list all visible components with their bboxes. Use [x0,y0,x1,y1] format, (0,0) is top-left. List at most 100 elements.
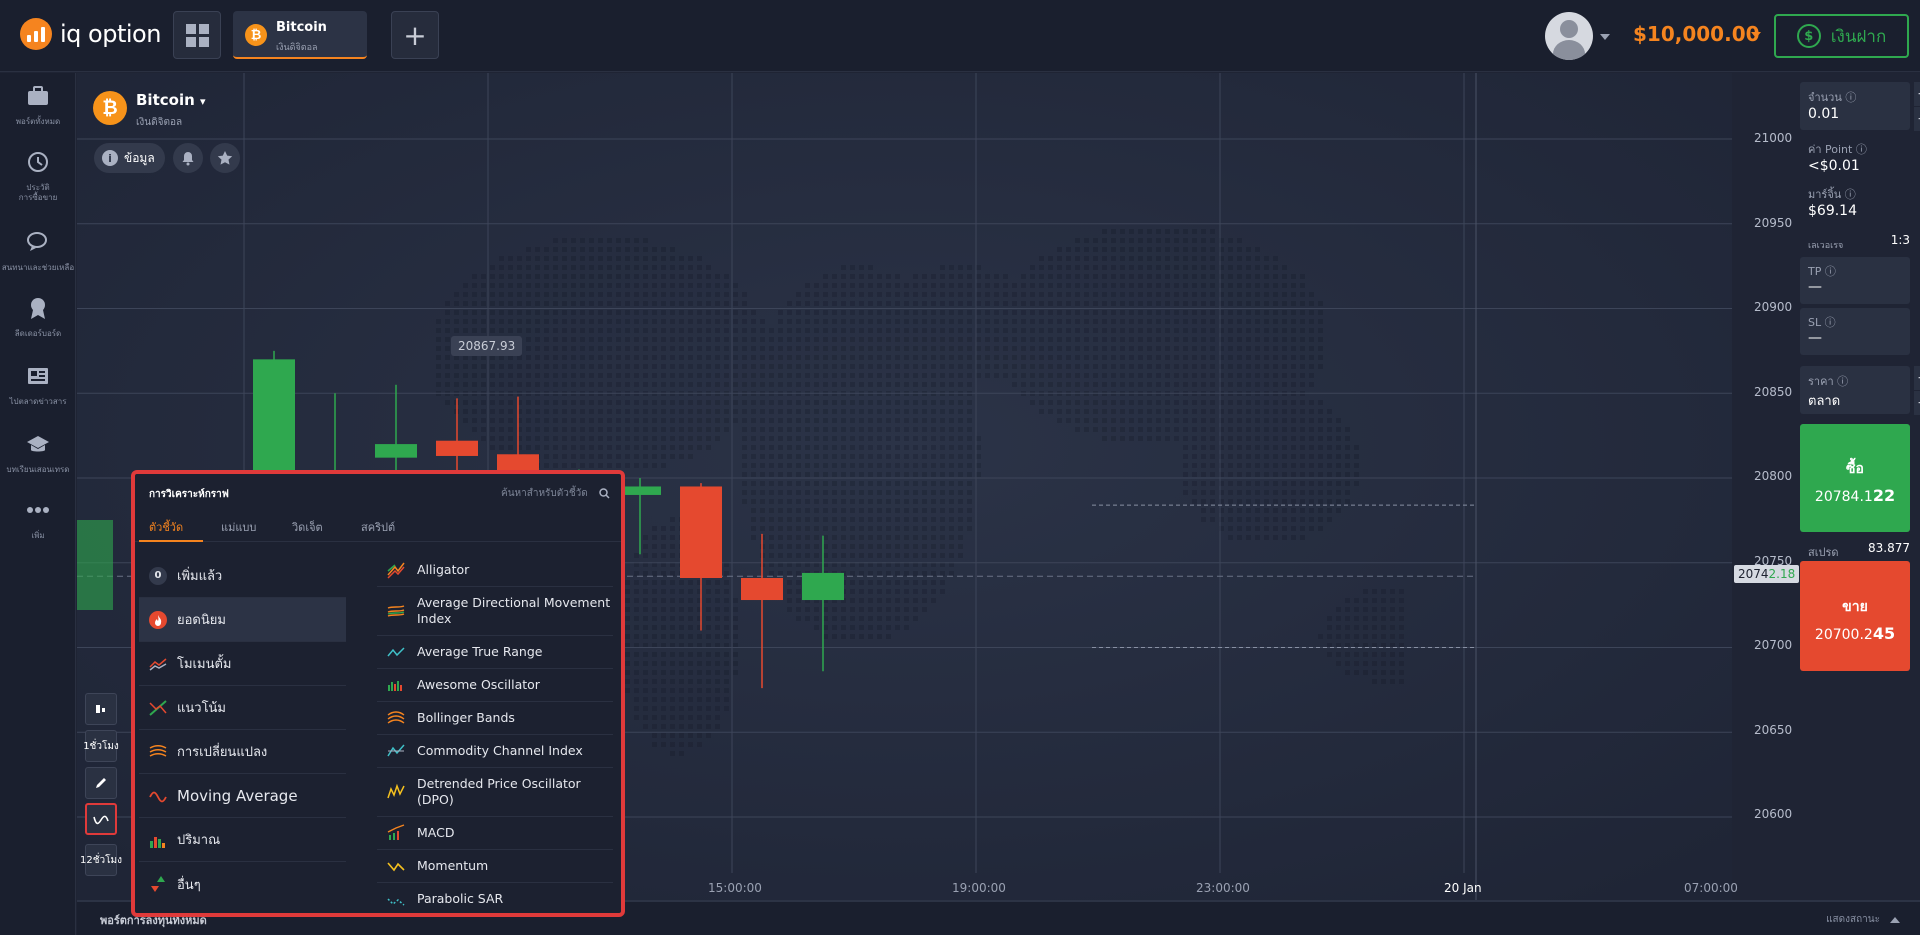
stop-loss-field[interactable]: SL ⓘ — [1800,308,1910,355]
sell-button[interactable]: ขาย 20700.245 [1800,561,1910,671]
briefcase-icon [28,86,48,105]
category-trend[interactable]: แนวโน้ม [139,686,346,730]
indicator-alligator[interactable]: Alligator [377,554,613,587]
indicators-button[interactable] [85,803,117,835]
history-icon [28,152,48,172]
time-axis-label: 07:00:00 [1684,881,1738,895]
award-icon [31,298,45,319]
indicator-parabolic-sar[interactable]: Parabolic SAR [377,883,613,913]
category-volume[interactable]: ปริมาณ [139,818,346,862]
star-icon [217,151,233,165]
leverage-value: 1:3 [1890,233,1910,247]
alert-button[interactable] [173,143,203,173]
current-price-label: 20742.18 [1734,565,1800,583]
margin-value: $69.14 [1808,203,1857,219]
tab-scripts[interactable]: สคริปต์ [361,518,395,536]
sidebar-item-portfolio[interactable]: พอร์ตทั้งหมด [0,83,76,127]
indicator-label: Average Directional Movement Index [417,594,611,626]
indicator-momentum[interactable]: Momentum [377,850,613,883]
point-info: ค่า Point ⓘ <$0.01 [1808,140,1867,174]
popup-tabs: ตัวชี้วัด แม่แบบ วิดเจ็ต สคริปต์ [135,512,621,542]
balance[interactable]: $10,000.00 [1633,22,1760,46]
volume-icon [150,836,165,848]
price-axis-label: 20650 [1754,723,1793,737]
volatility-icon [149,744,167,757]
avatar[interactable] [1545,12,1593,60]
tab-templates[interactable]: แม่แบบ [221,518,256,536]
amount-value: 0.01 [1808,106,1840,122]
updown-icon [151,876,165,892]
amount-minus-button[interactable]: − [1914,107,1920,131]
indicator-label: Average True Range [417,643,543,659]
buy-button[interactable]: ซื้อ 20784.122 [1800,424,1910,532]
category-popular[interactable]: ยอดนิยม [139,598,346,642]
sidebar-item-education[interactable]: บทเรียนเสอนเทรด [0,431,76,475]
search-icon [599,487,610,499]
sidebar-item-label: ไปตลาดข่าวสาร [9,397,67,406]
iq-option-logo[interactable]: iq option [20,18,161,50]
leverage-info: เลเวอเรจ 1:3 [1808,233,1910,252]
price-axis-label: 20800 [1754,469,1793,483]
price-field[interactable]: ราคา ⓘ ตลาด + − [1800,366,1920,415]
sidebar-item-chat[interactable]: สนทนาและช่วยเหลือ [0,229,76,273]
amount-plus-button[interactable]: + [1914,82,1920,106]
price-plus-button[interactable]: + [1914,366,1920,390]
category-added[interactable]: 0 เพิ่มแล้ว [139,554,346,598]
indicator-macd[interactable]: MACD [377,817,613,850]
momentum-line-icon [387,862,405,872]
indicator-atr[interactable]: Average True Range [377,636,613,669]
chevron-down-icon[interactable] [1600,34,1610,40]
category-momentum[interactable]: โมเมนตั้ม [139,642,346,686]
sidebar-item-more[interactable]: เพิ่ม [0,497,76,541]
sidebar-item-news[interactable]: ไปตลาดข่าวสาร [0,363,76,407]
chart-type-button[interactable] [85,693,117,725]
category-other[interactable]: อื่นๆ [139,862,346,906]
chat-icon [27,232,47,251]
left-edge-bar [77,520,113,610]
indicator-adx[interactable]: Average Directional Movement Index [377,587,613,636]
indicator-awesome-oscillator[interactable]: Awesome Oscillator [377,669,613,702]
asset-tab-bitcoin[interactable]: ₿ Bitcoin เงินดิจิตอล [233,11,367,59]
all-assets-grid-button[interactable] [173,11,221,59]
period-button-2[interactable]: 12ชั่วโมง [80,844,122,876]
buy-label: ซื้อ [1846,461,1864,477]
tp-label: TP ⓘ [1808,265,1836,278]
wave-icon [149,791,167,802]
period-button[interactable]: 1ชั่วโมง [83,730,119,762]
indicator-bollinger-bands[interactable]: Bollinger Bands [377,702,613,735]
category-label: Moving Average [177,786,298,805]
amount-field[interactable]: จำนวน ⓘ 0.01 + − [1800,82,1920,131]
show-positions-toggle[interactable]: แสดงสถานะ [1826,912,1880,927]
take-profit-field[interactable]: TP ⓘ — [1800,257,1910,304]
price-axis-label: 20950 [1754,216,1793,230]
top-bar: iq option ₿ Bitcoin เงินดิจิตอล + $10,00… [0,0,1920,72]
add-asset-button[interactable]: + [391,11,439,59]
indicator-dpo[interactable]: Detrended Price Oscillator (DPO) [377,768,613,817]
category-moving-average[interactable]: Moving Average [139,774,346,818]
indicator-cci[interactable]: Commodity Channel Index [377,735,613,768]
indicator-label: Parabolic SAR [417,891,504,907]
time-axis-label: 23:00:00 [1196,881,1250,895]
info-button[interactable]: i ข้อมูล [94,143,165,173]
added-count-badge: 0 [149,566,167,585]
margin-info: มาร์จิ้น ⓘ $69.14 [1808,185,1857,219]
tab-indicators[interactable]: ตัวชี้วัด [149,518,183,536]
chart-analysis-popup: การวิเคราะห์กราฟ ค้นหาสำหรับตัวชี้วัด ตั… [131,470,625,917]
price-minus-button[interactable]: − [1914,391,1920,415]
category-volatility[interactable]: การเปลี่ยนแปลง [139,730,346,774]
favorite-button[interactable] [210,143,240,173]
category-label: เพิ่มแล้ว [177,569,223,584]
category-label: ยอดนิยม [177,613,226,628]
sidebar-item-label: บทเรียนเสอนเทรด [6,465,70,474]
amount-label: จำนวน ⓘ [1808,91,1857,104]
chevron-down-icon[interactable] [1751,32,1761,38]
tab-widgets[interactable]: วิดเจ็ต [292,518,323,536]
category-label: แนวโน้ม [177,701,227,716]
chevron-up-icon[interactable] [1890,917,1900,923]
deposit-button[interactable]: $ เงินฝาก [1774,14,1909,58]
indicator-search-input[interactable]: ค้นหาสำหรับตัวชี้วัด [501,486,610,501]
sidebar-item-history[interactable]: ประวัติ การซื้อขาย [0,149,76,204]
draw-tool-button[interactable] [85,767,117,799]
candle-body [741,578,783,601]
sidebar-item-leaderboard[interactable]: ลีดเดอร์บอร์ด [0,295,76,339]
